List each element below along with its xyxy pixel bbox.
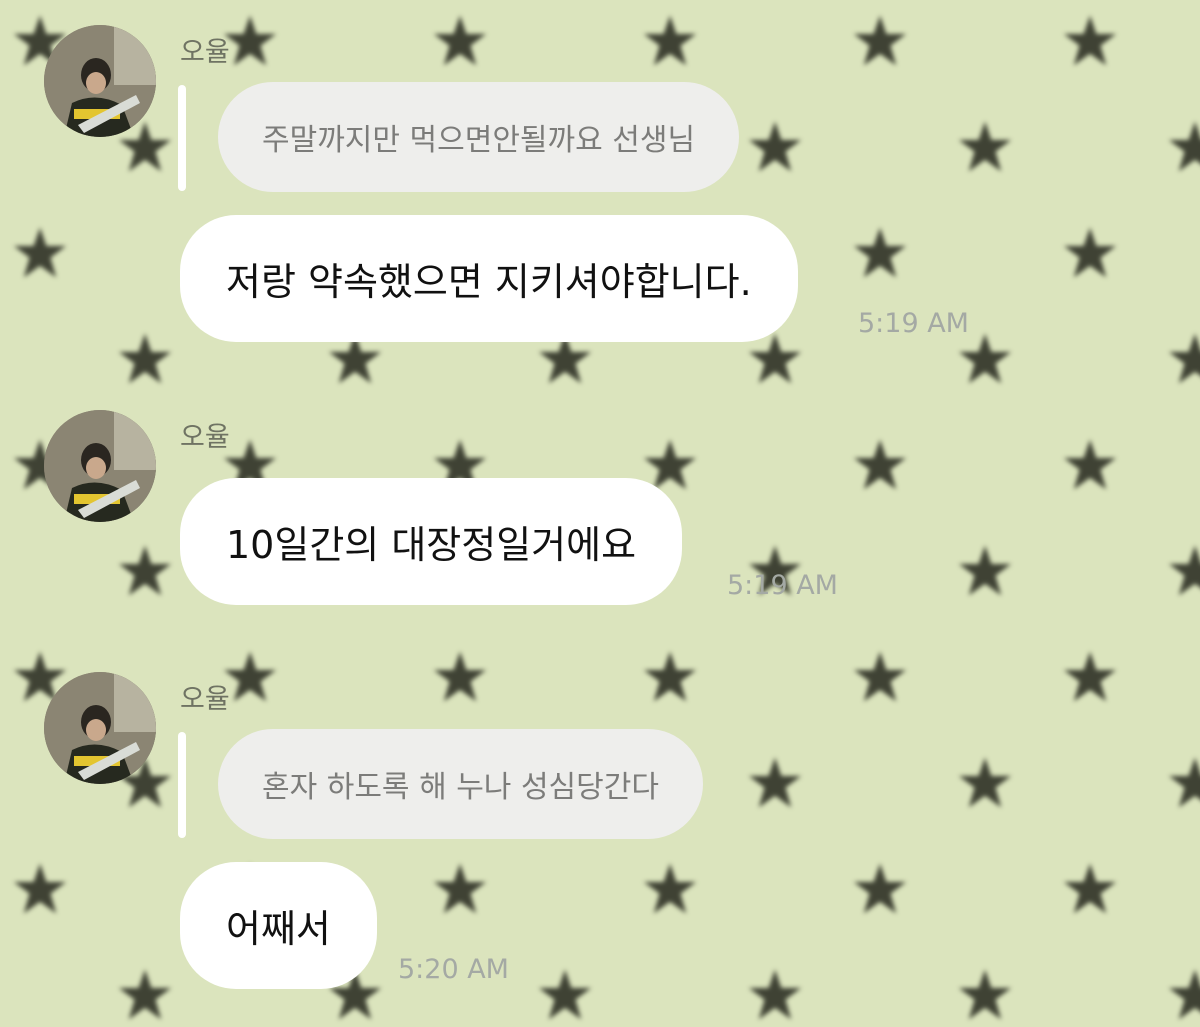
star-icon: [1166, 966, 1200, 1024]
star-icon: [1166, 542, 1200, 600]
star-icon: [851, 860, 909, 918]
star-icon: [1061, 12, 1119, 70]
star-icon: [431, 12, 489, 70]
sender-name: 오율: [180, 422, 230, 453]
star-icon: [1061, 648, 1119, 706]
star-icon: [956, 754, 1014, 812]
star-icon: [1061, 860, 1119, 918]
profile-photo: [44, 672, 156, 784]
reply-indicator: [178, 85, 186, 191]
star-icon: [116, 966, 174, 1024]
message-bubble[interactable]: 10일간의 대장정일거에요: [180, 478, 683, 605]
star-icon: [641, 12, 699, 70]
star-icon: [116, 330, 174, 388]
star-icon: [956, 118, 1014, 176]
profile-photo: [44, 410, 156, 522]
star-icon: [851, 12, 909, 70]
star-icon: [1061, 224, 1119, 282]
sender-name: 오율: [180, 37, 230, 68]
star-icon: [956, 542, 1014, 600]
star-icon: [221, 12, 279, 70]
star-icon: [641, 648, 699, 706]
star-icon: [851, 648, 909, 706]
message-timestamp: 5:19 AM: [858, 308, 969, 339]
avatar[interactable]: [44, 410, 156, 522]
star-icon: [431, 648, 489, 706]
star-icon: [746, 754, 804, 812]
star-icon: [536, 966, 594, 1024]
message-timestamp: 5:20 AM: [398, 954, 509, 985]
star-icon: [1166, 754, 1200, 812]
avatar[interactable]: [44, 25, 156, 137]
star-icon: [746, 966, 804, 1024]
star-icon: [851, 224, 909, 282]
message-bubble[interactable]: 어째서: [180, 862, 377, 989]
star-icon: [116, 542, 174, 600]
star-icon: [431, 860, 489, 918]
star-icon: [1061, 436, 1119, 494]
reply-quote-bubble[interactable]: 주말까지만 먹으면안될까요 선생님: [218, 82, 740, 192]
star-icon: [956, 966, 1014, 1024]
message-bubble[interactable]: 저랑 약속했으면 지키셔야합니다.: [180, 215, 798, 342]
star-icon: [11, 224, 69, 282]
star-icon: [221, 648, 279, 706]
message-timestamp: 5:19 AM: [727, 570, 838, 601]
star-icon: [1166, 330, 1200, 388]
star-icon: [11, 860, 69, 918]
star-icon: [746, 118, 804, 176]
star-icon: [641, 860, 699, 918]
profile-photo: [44, 25, 156, 137]
avatar[interactable]: [44, 672, 156, 784]
star-icon: [851, 436, 909, 494]
reply-quote-bubble[interactable]: 혼자 하도록 해 누나 성심당간다: [218, 729, 703, 839]
star-icon: [1166, 118, 1200, 176]
reply-indicator: [178, 732, 186, 838]
sender-name: 오율: [180, 684, 230, 715]
